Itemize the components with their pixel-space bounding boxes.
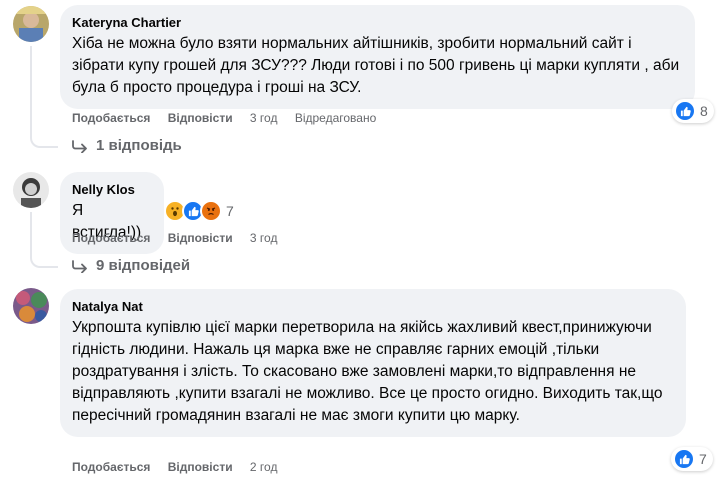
replies-count: 9 відповідей [96,257,191,274]
like-reaction-icon [674,100,696,122]
reaction-count: 7 [699,451,707,467]
timestamp[interactable]: 3 год [250,231,278,245]
comment-text: Хіба не можна було взяти нормальних айті… [72,35,680,96]
like-reaction-icon [673,448,695,470]
reply-arrow-icon [72,259,87,273]
edited-label: Відредаговано [294,111,377,125]
like-button[interactable]: Подобається [72,111,150,125]
comment-author[interactable]: Natalya Nat [72,298,674,315]
reply-arrow-icon [72,139,87,153]
comment-text: Укрпошта купівлю цієї марки перетворила … [72,319,663,424]
avatar[interactable] [13,172,49,208]
reply-button[interactable]: Відповісти [168,111,233,125]
comment-bubble: Natalya Nat Укрпошта купівлю цієї марки … [60,289,686,437]
like-button[interactable]: Подобається [72,460,150,474]
reaction-count: 8 [700,103,708,119]
timestamp[interactable]: 3 год [250,111,278,125]
avatar[interactable] [13,6,49,42]
thread-connector [30,132,58,148]
reply-button[interactable]: Відповісти [168,231,233,245]
comment-actions: Подобається Відповісти 3 год [72,231,291,245]
avatar[interactable] [13,288,49,324]
thread-line [30,46,32,132]
reactions-summary[interactable]: 7 [164,200,234,222]
comment-bubble: Kateryna Chartier Хіба не можна було взя… [60,5,695,109]
like-button[interactable]: Подобається [72,231,150,245]
angry-reaction-icon [200,200,222,222]
comment-author[interactable]: Kateryna Chartier [72,14,683,31]
view-replies-button[interactable]: 1 відповідь [72,137,182,154]
reactions-summary[interactable]: 7 [671,447,713,471]
thread-connector [30,252,58,268]
reaction-count: 7 [226,203,234,219]
timestamp[interactable]: 2 год [250,460,278,474]
comment-author[interactable]: Nelly Klos [72,181,152,198]
view-replies-button[interactable]: 9 відповідей [72,257,190,274]
reactions-summary[interactable]: 8 [672,99,714,123]
reply-button[interactable]: Відповісти [168,460,233,474]
replies-count: 1 відповідь [96,137,182,154]
thread-line [30,212,32,252]
comment-actions: Подобається Відповісти 3 год Відредагова… [72,111,390,125]
comment-actions: Подобається Відповісти 2 год [72,460,291,474]
